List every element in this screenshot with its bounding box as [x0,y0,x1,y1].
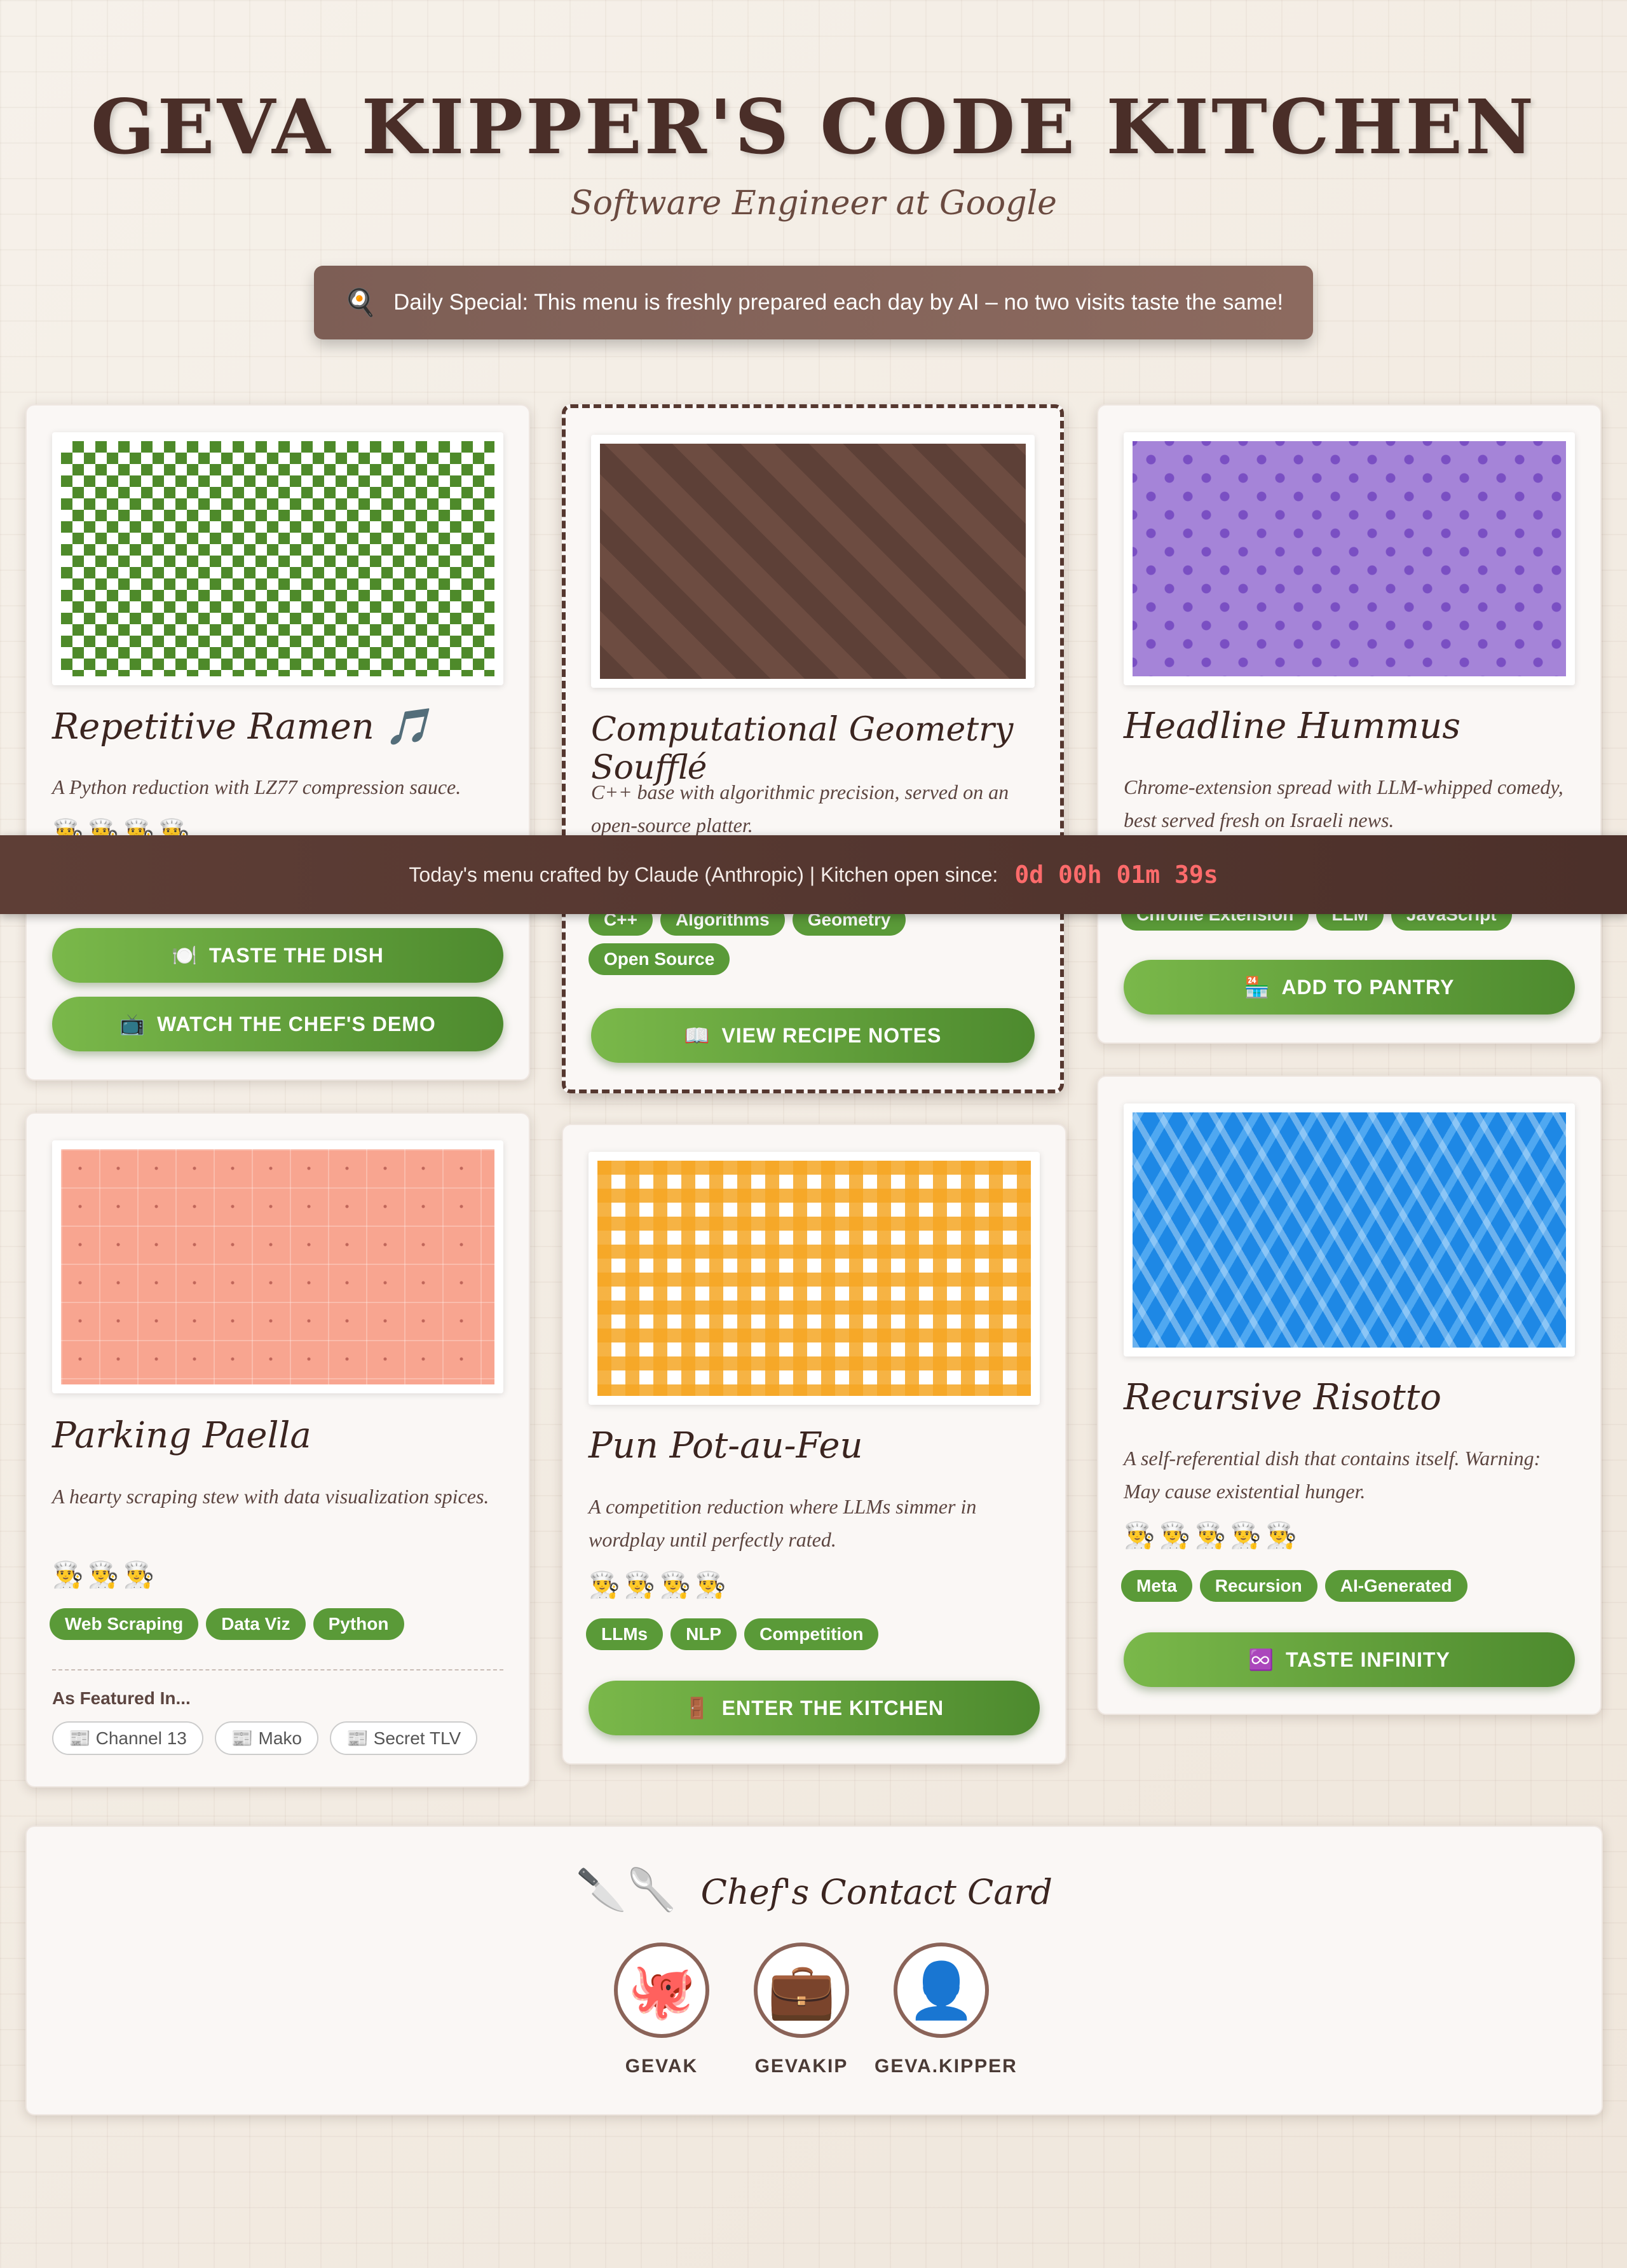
dish-card-ramen: Repetitive Ramen 🎵 A Python reduction wi… [25,404,530,1081]
dish-card-souffle: Computational Geometry Soufflé C++ base … [562,404,1064,1093]
dish-card-paella: Parking Paella A hearty scraping stew wi… [25,1112,530,1787]
view-recipe-notes-button[interactable]: 📖 VIEW RECIPE NOTES [591,1008,1035,1063]
dish-image-souffle [591,435,1035,688]
dish-card-potaufeu: Pun Pot-au-Feu A competition reduction w… [562,1124,1066,1765]
person-icon: 👤 [894,1943,989,2038]
frying-pan-icon: 🍳 [343,287,378,317]
tag: Open Source [589,943,730,975]
contact-title-text: Chef's Contact Card [700,1872,1052,1912]
chef-rating: 👨‍🍳👨‍🍳👨‍🍳👨‍🍳👨‍🍳 [1124,1522,1302,1550]
button-label: TASTE THE DISH [209,943,384,967]
social-link-label: GEVAK [625,2056,698,2077]
social-link-github[interactable]: 🐙 GEVAK [595,1943,728,2077]
dish-image-risotto [1124,1103,1575,1356]
store-icon: 🏪 [1244,976,1270,999]
social-link-label: GEVA.KIPPER [875,2056,1018,2077]
tag: Web Scraping [50,1608,199,1640]
briefcase-icon: 💼 [754,1943,849,2038]
contact-title: 🔪🥄 Chef's Contact Card [27,1866,1602,1914]
taste-infinity-button[interactable]: ♾️ TASTE INFINITY [1124,1632,1575,1687]
tag-list: Meta Recursion AI-Generated [1121,1570,1581,1602]
dish-title: Repetitive Ramen 🎵 [52,706,430,748]
tag-list: LLMs NLP Competition [586,1618,1046,1650]
tag: AI-Generated [1324,1570,1467,1602]
social-link-linkedin[interactable]: 💼 GEVAKIP [735,1943,868,2077]
divider [52,1669,503,1670]
tag: NLP [671,1618,737,1650]
dish-description: A hearty scraping stew with data visuali… [52,1485,489,1508]
tag-list: C++ Algorithms Geometry Open Source [589,904,1041,975]
tag: Competition [744,1618,879,1650]
dish-description: C++ base with algorithmic precision, ser… [591,781,1009,837]
page-subtitle: Software Engineer at Google [570,184,1057,222]
add-to-pantry-button[interactable]: 🏪 ADD TO PANTRY [1124,960,1575,1014]
dish-title: Parking Paella [52,1415,311,1456]
chef-rating: 👨‍🍳👨‍🍳👨‍🍳 [52,1561,159,1589]
featured-label: As Featured In... [52,1688,191,1708]
tag-list: Web Scraping Data Viz Python [50,1608,510,1640]
tag: Meta [1121,1570,1192,1602]
contact-card: 🔪🥄 Chef's Contact Card 🐙 GEVAK 💼 GEVAKIP… [25,1826,1603,2115]
dish-title: Pun Pot-au-Feu [589,1425,863,1466]
octopus-icon: 🐙 [614,1943,709,2038]
watch-demo-button[interactable]: 📺 WATCH THE CHEF'S DEMO [52,997,503,1051]
press-link-mako[interactable]: 📰 Mako [214,1721,318,1755]
button-label: ENTER THE KITCHEN [721,1696,944,1719]
dish-title: Headline Hummus [1124,706,1460,747]
social-link-facebook[interactable]: 👤 GEVA.KIPPER [875,1943,1018,2077]
book-icon: 📖 [684,1024,711,1047]
social-link-label: GEVAKIP [754,2056,848,2077]
button-label: TASTE INFINITY [1286,1648,1450,1671]
press-link-channel13[interactable]: 📰 Channel 13 [52,1721,203,1755]
banner-text: Today's menu crafted by Claude (Anthropi… [409,863,998,886]
infinity-icon: ♾️ [1248,1648,1275,1671]
knife-spoon-icon: 🔪🥄 [576,1867,677,1914]
dish-card-risotto: Recursive Risotto A self-referential dis… [1097,1076,1602,1715]
tv-icon: 📺 [119,1013,146,1035]
button-label: VIEW RECIPE NOTES [721,1023,942,1047]
dish-description: A competition reduction where LLMs simme… [589,1495,977,1551]
dish-image-paella [52,1140,503,1393]
dish-image-ramen [52,432,503,685]
press-list: 📰 Channel 13 📰 Mako 📰 Secret TLV [52,1721,478,1755]
tag: Data Viz [206,1608,306,1640]
enter-kitchen-button[interactable]: 🚪 ENTER THE KITCHEN [589,1681,1040,1735]
daily-special-banner: 🍳 Daily Special: This menu is freshly pr… [314,266,1313,339]
dish-description: Chrome-extension spread with LLM-whipped… [1124,775,1563,831]
button-label: WATCH THE CHEF'S DEMO [157,1012,436,1035]
tag: LLMs [586,1618,664,1650]
kitchen-status-banner: Today's menu crafted by Claude (Anthropi… [0,835,1627,914]
daily-special-text: Daily Special: This menu is freshly prep… [393,290,1284,315]
button-label: ADD TO PANTRY [1281,975,1455,999]
door-icon: 🚪 [684,1697,711,1719]
dish-image-potaufeu [589,1152,1040,1405]
dish-image-hummus [1124,432,1575,685]
page-title: GEVA KIPPER'S CODE KITCHEN [90,83,1537,171]
dish-description: A Python reduction with LZ77 compression… [52,775,461,798]
dish-description: A self-referential dish that contains it… [1124,1447,1541,1503]
press-link-secret-tlv[interactable]: 📰 Secret TLV [330,1721,478,1755]
kitchen-timer: 0d 00h 01m 39s [1014,861,1218,889]
plate-icon: 🍽️ [172,944,198,967]
dish-card-hummus: Headline Hummus Chrome-extension spread … [1097,404,1602,1044]
chef-rating: 👨‍🍳👨‍🍳👨‍🍳👨‍🍳 [589,1571,731,1599]
taste-dish-button[interactable]: 🍽️ TASTE THE DISH [52,928,503,983]
dish-title: Recursive Risotto [1124,1377,1441,1418]
tag: Recursion [1199,1570,1317,1602]
tag: Python [313,1608,404,1640]
